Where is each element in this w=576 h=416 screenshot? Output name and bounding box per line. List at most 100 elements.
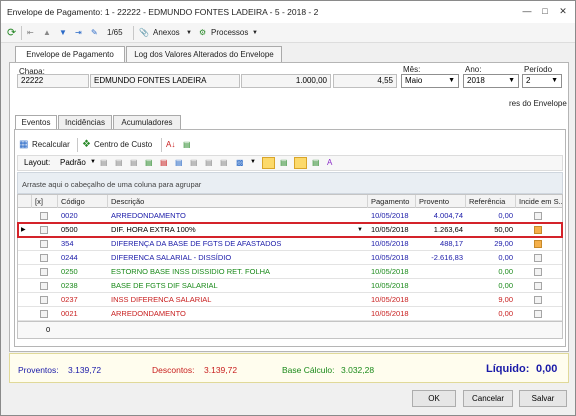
cell-provento xyxy=(416,293,466,307)
centro-custo-button[interactable]: Centro de Custo xyxy=(94,138,152,152)
processos-button[interactable]: Processos xyxy=(211,26,248,40)
calculator-icon[interactable]: ▦ xyxy=(19,138,28,152)
table-row[interactable]: 0237 INSS DIFERENCA SALARIAL 10/05/2018 9,0… xyxy=(18,293,562,307)
row-checkbox[interactable] xyxy=(40,296,48,304)
table-row[interactable]: 0250 ESTORNO BASE INSS DISSIDIO RET. FOLH… xyxy=(18,265,562,279)
toggle-grid-icon[interactable] xyxy=(262,157,275,169)
chevron-down-icon[interactable]: ▼ xyxy=(186,26,192,40)
group-panel[interactable]: Arraste aqui o cabeçalho de uma coluna p… xyxy=(17,172,563,194)
row-checkbox[interactable] xyxy=(40,226,48,234)
layout-copy-icon[interactable]: ▤ xyxy=(115,158,123,167)
export-icon[interactable]: ▤ xyxy=(183,138,191,152)
row-indicator-icon: ▶ xyxy=(21,227,26,233)
row-indicator-icon xyxy=(18,251,32,265)
first-record-icon[interactable]: ⇤ xyxy=(27,26,34,40)
layout-summary-icon[interactable]: ▤ xyxy=(220,158,228,167)
mes-select[interactable]: Maio ▼ xyxy=(401,74,459,88)
cell-codigo: 0250 xyxy=(61,267,78,276)
table-row[interactable]: ▶ 0500 DIF. HORA EXTRA 100% ▼ 10/05/2018 1.26… xyxy=(17,222,563,238)
layout-print-icon[interactable]: ▤ xyxy=(130,158,138,167)
cell-incide-checkbox[interactable] xyxy=(534,212,542,220)
save-button[interactable]: Salvar xyxy=(519,390,567,407)
row-checkbox[interactable] xyxy=(40,254,48,262)
gears-icon[interactable]: ⚙ xyxy=(199,26,206,40)
row-indicator-icon xyxy=(18,307,32,321)
cell-incide-checkbox[interactable] xyxy=(534,282,542,290)
tab-incidencias[interactable]: Incidências xyxy=(58,115,112,129)
cost-center-icon[interactable]: ❖ xyxy=(82,138,91,152)
tab-acumuladores[interactable]: Acumuladores xyxy=(113,115,181,129)
toggle-footer-icon[interactable] xyxy=(294,157,307,169)
anexos-button[interactable]: Anexos xyxy=(153,26,180,40)
cell-incide-checkbox[interactable] xyxy=(534,296,542,304)
goto-record-icon[interactable]: ✎ xyxy=(91,26,98,40)
layout-columns-icon[interactable]: ▤ xyxy=(190,158,198,167)
layout-select[interactable]: Padrão xyxy=(60,158,86,167)
footer-count: 0 xyxy=(46,325,51,334)
layout-save-icon[interactable]: ▤ xyxy=(100,158,108,167)
cell-incide-checkbox[interactable] xyxy=(534,268,542,276)
chevron-down-icon[interactable]: ▼ xyxy=(354,223,366,237)
ok-button[interactable]: OK xyxy=(412,390,456,407)
col-incide[interactable]: Incide em S... xyxy=(516,195,562,208)
cell-descricao: ARREDONDAMENTO xyxy=(111,309,186,318)
cell-descricao: DIFERENÇA DA BASE DE FGTS DE AFASTADOS xyxy=(111,239,282,248)
cell-referencia: 0,00 xyxy=(498,267,513,276)
chevron-down-icon[interactable]: ▼ xyxy=(252,26,258,40)
layout-filter-icon[interactable]: ▤ xyxy=(205,158,213,167)
chevron-down-icon[interactable]: ▼ xyxy=(250,159,256,165)
col-provento[interactable]: Provento xyxy=(416,195,466,208)
table-row[interactable]: 354 DIFERENÇA DA BASE DE FGTS DE AFASTADO… xyxy=(18,237,562,251)
table-row[interactable]: 0244 DIFERENCA SALARIAL - DISSÍDIO 10/05/2… xyxy=(18,251,562,265)
chapa-field: 22222 xyxy=(17,74,89,88)
cell-incide-checkbox[interactable] xyxy=(534,310,542,318)
layout-word-icon[interactable]: ▤ xyxy=(175,158,183,167)
tab-envelope-pagamento[interactable]: Envelope de Pagamento xyxy=(15,46,125,63)
toggle-group-icon[interactable]: ▤ xyxy=(280,158,288,167)
chevron-down-icon[interactable]: ▼ xyxy=(90,159,96,165)
col-referencia[interactable]: Referência xyxy=(466,195,516,208)
layout-excel-icon[interactable]: ▤ xyxy=(145,158,153,167)
maximize-icon[interactable]: □ xyxy=(538,5,552,17)
envelope-note: res do Envelope xyxy=(509,99,567,108)
cell-incide-checkbox[interactable] xyxy=(534,254,542,262)
chart-icon[interactable]: ▩ xyxy=(236,158,244,167)
font-icon[interactable]: A xyxy=(327,158,332,167)
refresh-icon[interactable]: ⟳ xyxy=(7,26,16,40)
tab-eventos[interactable]: Eventos xyxy=(15,115,57,130)
minimize-icon[interactable]: — xyxy=(520,5,534,17)
tab-log-valores[interactable]: Log dos Valores Alterados do Envelope xyxy=(126,46,282,62)
recalcular-button[interactable]: Recalcular xyxy=(32,138,70,152)
cancel-button[interactable]: Cancelar xyxy=(463,390,513,407)
row-checkbox[interactable] xyxy=(40,268,48,276)
col-pagamento[interactable]: Pagamento xyxy=(368,195,416,208)
previous-record-icon[interactable]: ▲ xyxy=(43,26,51,40)
row-checkbox[interactable] xyxy=(40,240,48,248)
last-record-icon[interactable]: ⇥ xyxy=(75,26,82,40)
table-row[interactable]: 0021 ARREDONDAMENTO 10/05/2018 0,00 xyxy=(18,307,562,321)
paperclip-icon[interactable]: 📎 xyxy=(139,26,149,40)
nome-field: EDMUNDO FONTES LADEIRA xyxy=(90,74,240,88)
table-row[interactable]: 0238 BASE DE FGTS DIF SALARIAL 10/05/2018 0… xyxy=(18,279,562,293)
cell-codigo: 0244 xyxy=(61,253,78,262)
col-codigo[interactable]: Código xyxy=(58,195,108,208)
table-row[interactable]: 0020 ARREDONDAMENTO 10/05/2018 4.004,74 0,00 xyxy=(18,209,562,223)
title-bar: Envelope de Pagamento: 1 - 22222 - EDMUN… xyxy=(1,1,575,23)
row-checkbox[interactable] xyxy=(40,282,48,290)
ano-select[interactable]: 2018 ▼ xyxy=(463,74,519,88)
layout-pdf-icon[interactable]: ▤ xyxy=(160,158,168,167)
sort-az-icon[interactable]: A↓ xyxy=(166,138,175,152)
cell-incide-checkbox[interactable] xyxy=(534,240,542,248)
envelope-window: Envelope de Pagamento: 1 - 22222 - EDMUN… xyxy=(0,0,576,416)
col-descricao[interactable]: Descrição xyxy=(108,195,368,208)
chevron-down-icon: ▼ xyxy=(508,77,515,84)
cell-pagamento: 10/05/2018 xyxy=(371,309,409,318)
periodo-select[interactable]: 2 ▼ xyxy=(522,74,562,88)
cell-incide-checkbox[interactable] xyxy=(534,226,542,234)
close-icon[interactable]: ✕ xyxy=(556,5,570,17)
row-checkbox[interactable] xyxy=(40,212,48,220)
next-record-icon[interactable]: ▼ xyxy=(59,26,67,40)
row-checkbox[interactable] xyxy=(40,310,48,318)
col-checkbox[interactable]: [x] xyxy=(32,195,58,208)
toggle-filter-icon[interactable]: ▤ xyxy=(312,158,320,167)
